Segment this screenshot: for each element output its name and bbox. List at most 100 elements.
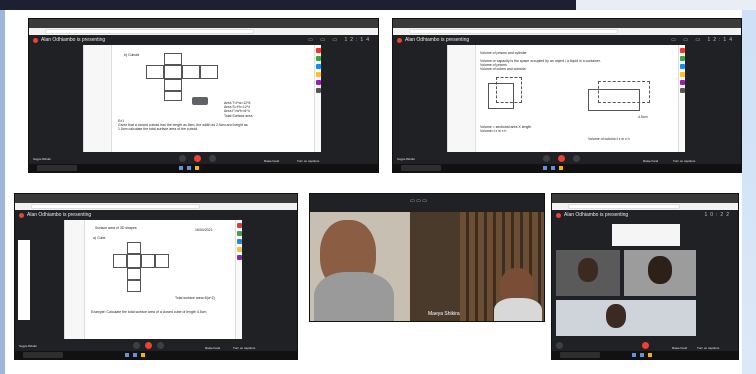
taskbar-app-icon[interactable] xyxy=(133,353,137,357)
info-button[interactable] xyxy=(556,342,563,349)
pen-toolbar[interactable] xyxy=(314,45,321,152)
taskbar-app-icon[interactable] xyxy=(187,166,191,170)
page-thumbnails[interactable] xyxy=(448,45,476,152)
whiteboard: Volume of prisms and cylinder Volume or … xyxy=(448,45,678,152)
board-total: Total surface area=6(a^2) xyxy=(175,296,215,300)
camera-button[interactable] xyxy=(157,342,164,349)
taskbar-app-icon[interactable] xyxy=(640,353,644,357)
mic-button[interactable] xyxy=(133,342,140,349)
address-bar[interactable] xyxy=(552,203,738,210)
right-gutter xyxy=(685,45,741,152)
address-bar[interactable] xyxy=(393,28,741,35)
cuboid-back xyxy=(598,81,650,103)
clock: 12:14 xyxy=(344,37,372,43)
video-tile[interactable] xyxy=(624,250,696,296)
captions-button[interactable]: Turn on captions xyxy=(233,346,255,350)
taskbar-app-icon[interactable] xyxy=(551,166,555,170)
end-call-button[interactable] xyxy=(558,155,565,162)
net-face xyxy=(164,53,182,65)
shared-screen-thumbnail[interactable] xyxy=(612,224,680,246)
raise-hand-button[interactable]: Raise hand xyxy=(205,346,220,350)
meet-header: Alan Odhiambo is presenting ▭ ▭ ▭ 12:14 xyxy=(29,35,378,45)
taskbar-app-icon[interactable] xyxy=(141,353,145,357)
top-bar xyxy=(0,0,576,10)
raise-hand-button[interactable]: Raise hand xyxy=(264,159,279,163)
page-thumbnails[interactable] xyxy=(65,220,85,339)
header-icons[interactable]: ▭ ▭ ▭ xyxy=(410,198,427,204)
meeting-code: hugpx-ffxbdm xyxy=(19,344,38,348)
board-label: b) Cuboid xyxy=(124,53,140,57)
screenshot-video-call: ▭ ▭ ▭ Maeya Shikira xyxy=(309,193,545,322)
net-face xyxy=(182,65,200,79)
page-thumbnails[interactable] xyxy=(84,45,112,152)
whiteboard: b) Cuboid Area T=l*w=12*6 Area S=l*h=12*… xyxy=(84,45,314,152)
participant-face xyxy=(606,304,626,328)
taskbar-search[interactable] xyxy=(23,352,63,358)
net-face xyxy=(127,242,141,254)
cube-back xyxy=(496,77,522,103)
end-call-button[interactable] xyxy=(194,155,201,162)
video-tile[interactable] xyxy=(556,250,620,296)
address-bar[interactable] xyxy=(15,203,297,210)
mic-button[interactable] xyxy=(543,155,550,162)
video-tile[interactable] xyxy=(556,300,696,336)
participant-shirt xyxy=(314,272,394,321)
screenshot-bottom-left: Alan Odhiambo is presenting Surface area… xyxy=(14,193,298,360)
taskbar xyxy=(15,351,297,359)
screenshot-top-left: Alan Odhiambo is presenting ▭ ▭ ▭ 12:14 … xyxy=(28,18,379,173)
raise-hand-button[interactable]: Raise hand xyxy=(643,159,658,163)
camera-button[interactable] xyxy=(209,155,216,162)
net-face xyxy=(141,254,155,268)
end-call-button[interactable] xyxy=(642,342,649,349)
net-face xyxy=(127,280,141,292)
taskbar-search[interactable] xyxy=(560,352,600,358)
taskbar-app-icon[interactable] xyxy=(125,353,129,357)
pen-toolbar[interactable] xyxy=(235,220,242,339)
taskbar-search[interactable] xyxy=(401,165,441,171)
meet-header: Alan Odhiambo is presenting ▭ ▭ ▭ 12:14 xyxy=(393,35,741,45)
captions-button[interactable]: Turn on captions xyxy=(697,346,719,350)
pointer-tool[interactable] xyxy=(192,97,208,105)
screenshot-bottom-right: Alan Odhiambo is presenting 10:22 Raise … xyxy=(551,193,739,360)
header-icons[interactable]: ▭ ▭ ▭ 12:14 xyxy=(671,37,735,43)
captions-button[interactable]: Turn on captions xyxy=(673,159,695,163)
taskbar-app-icon[interactable] xyxy=(179,166,183,170)
presenting-label: Alan Odhiambo is presenting xyxy=(564,212,629,218)
mic-button[interactable] xyxy=(179,155,186,162)
sidebar-panel xyxy=(18,240,30,320)
participant-name: Maeya Shikira xyxy=(428,311,460,317)
taskbar-app-icon[interactable] xyxy=(559,166,563,170)
header-icons[interactable]: 10:22 xyxy=(704,212,732,218)
whiteboard: Surface area of 3D shapes 16/04/2021 a) … xyxy=(65,220,235,339)
board-notes: Volume or capacity is the space occupied… xyxy=(480,59,601,72)
taskbar-app-icon[interactable] xyxy=(632,353,636,357)
pen-toolbar[interactable] xyxy=(678,45,685,152)
taskbar-app-icon[interactable] xyxy=(648,353,652,357)
address-bar[interactable] xyxy=(29,28,378,35)
net-face xyxy=(155,254,169,268)
taskbar-app-icon[interactable] xyxy=(543,166,547,170)
browser-tabs xyxy=(393,19,741,28)
net-face xyxy=(113,254,127,268)
net-face xyxy=(146,65,164,79)
net-face xyxy=(200,65,218,79)
left-accent xyxy=(0,10,5,374)
taskbar xyxy=(393,164,741,172)
left-gutter xyxy=(393,45,448,152)
participant-grid xyxy=(552,220,738,339)
clock: 10:22 xyxy=(704,212,732,218)
taskbar-search[interactable] xyxy=(37,165,77,171)
browser-tabs xyxy=(552,194,738,203)
video-header: ▭ ▭ ▭ xyxy=(310,194,544,212)
volume-workings: Volume = sectional area X length Volume=… xyxy=(480,125,532,134)
end-call-button[interactable] xyxy=(145,342,152,349)
top-bar-right xyxy=(576,0,756,10)
right-gutter xyxy=(321,45,378,152)
raise-hand-button[interactable]: Raise hand xyxy=(672,346,687,350)
taskbar xyxy=(552,351,738,359)
captions-button[interactable]: Turn on captions xyxy=(297,159,319,163)
camera-button[interactable] xyxy=(573,155,580,162)
taskbar-app-icon[interactable] xyxy=(195,166,199,170)
header-icons[interactable]: ▭ ▭ ▭ 12:14 xyxy=(308,37,372,43)
area-workings: Area T=l*w=12*6 Area S=l*h=12*4 Area F=w… xyxy=(224,101,253,118)
